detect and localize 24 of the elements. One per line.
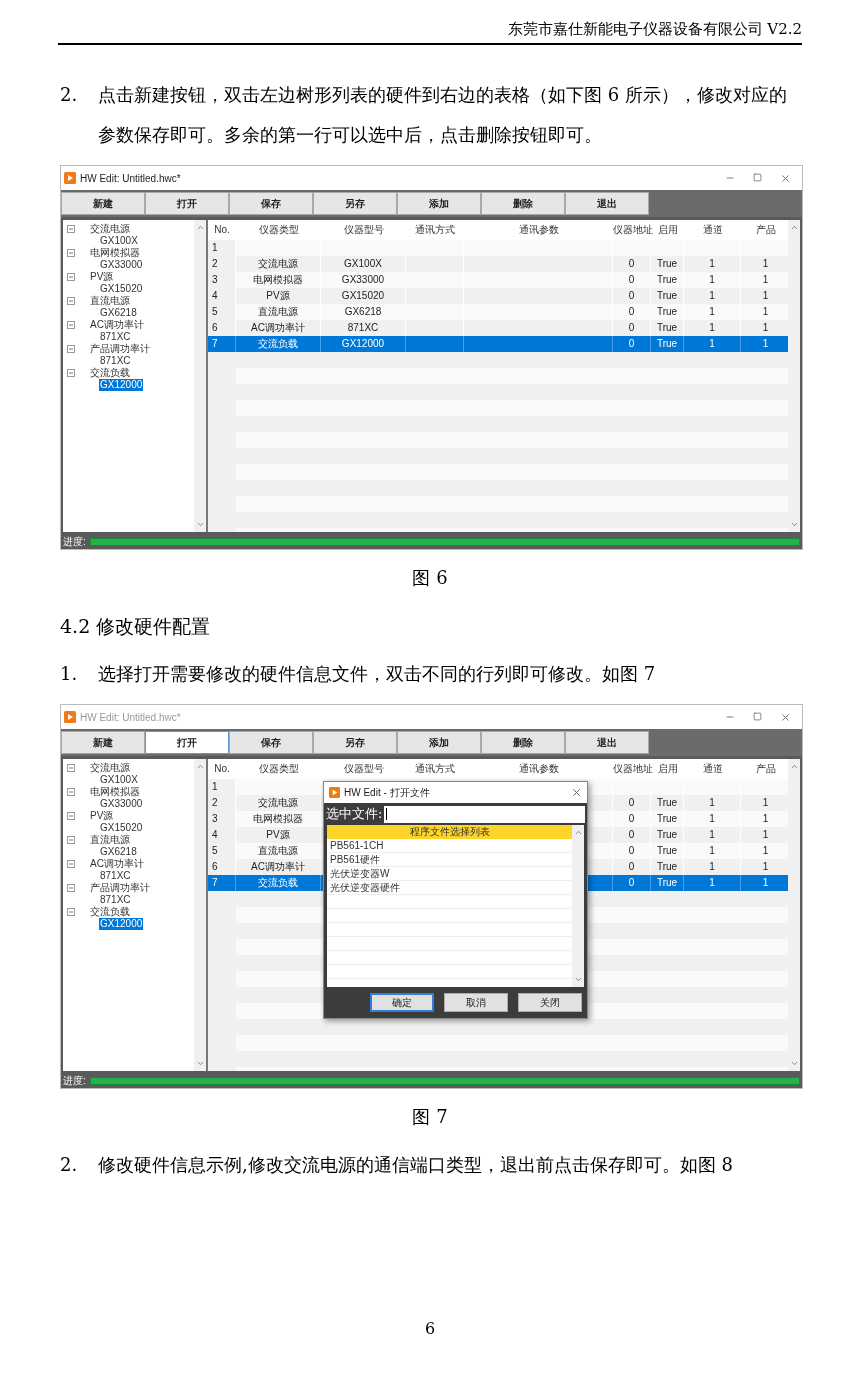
- dialog-title: HW Edit - 打开文件: [344, 786, 431, 800]
- table-cell: 3: [208, 272, 236, 288]
- table-cell: 5: [208, 843, 236, 859]
- step-text: 修改硬件信息示例,修改交流电源的通信端口类型，退出前点击保存即可。如图 8: [98, 1153, 734, 1177]
- table-cell: 1: [208, 240, 236, 256]
- step-text: 点击新建按钮，双击左边树形列表的硬件到右边的表格（如下图 6 所示），修改对应的参数保存即可。多余的第一行可以选中后，点击删除按钮即可。: [98, 83, 788, 147]
- progress-label: 进度:: [63, 535, 86, 549]
- window-title: HW Edit: Untitled.hwc*: [80, 710, 182, 725]
- step-text: 选择打开需要修改的硬件信息文件，双击不同的行列即可修改。如图 7: [98, 662, 657, 686]
- page-number: 6: [424, 1318, 436, 1340]
- page-header: 东莞市嘉仕新能电子仪器设备有限公司 V2.2: [507, 19, 802, 39]
- step-number: 2.: [59, 1153, 79, 1177]
- table-cell: 1: [208, 779, 236, 795]
- list-header: 程序文件选择列表: [327, 825, 572, 839]
- table-cell: 3: [208, 811, 236, 827]
- window-title: HW Edit: Untitled.hwc*: [80, 171, 182, 186]
- progress-label: 进度:: [63, 1074, 86, 1088]
- field-label: 选中文件:: [326, 805, 383, 824]
- figure-caption: 图 7: [412, 1105, 448, 1129]
- section-heading: 4.2 修改硬件配置: [59, 614, 211, 639]
- step-number: 1.: [59, 662, 79, 686]
- table-cell: 5: [208, 304, 236, 320]
- figure-caption: 图 6: [412, 566, 448, 590]
- step-number: 2.: [59, 83, 79, 107]
